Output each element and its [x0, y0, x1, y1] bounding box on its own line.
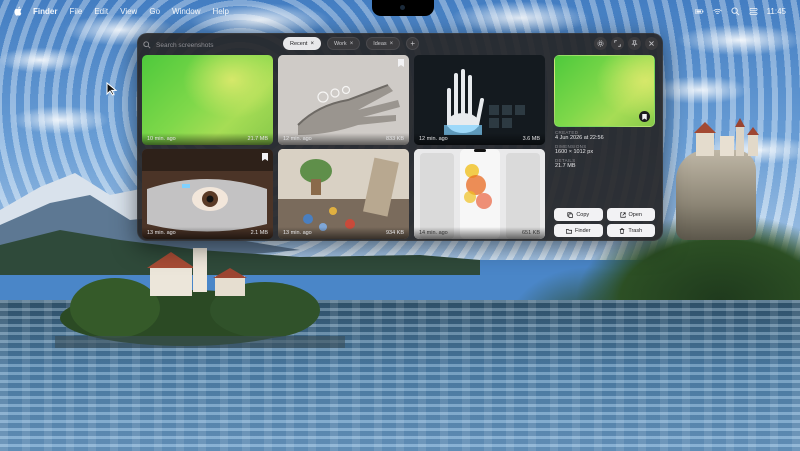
created-value: 4 Jun 2026 at 22:56: [555, 135, 604, 141]
dimensions-value: 1600 × 1012 px: [555, 149, 594, 155]
menu-go[interactable]: Go: [149, 7, 160, 16]
open-icon: [619, 211, 626, 218]
mouse-cursor-icon: [106, 82, 118, 96]
thumbnail-holographic-hand: [414, 55, 545, 145]
tile-meta: 13 min. ago 934 KB: [278, 227, 409, 239]
tile-time: 12 min. ago: [419, 136, 448, 142]
tile-time: 13 min. ago: [283, 230, 312, 236]
apple-icon[interactable]: [14, 6, 23, 16]
settings-button[interactable]: [594, 37, 607, 50]
tile-time: 13 min. ago: [147, 230, 176, 236]
camera-notch: [372, 0, 434, 16]
tile-size: 3.6 MB: [522, 136, 540, 142]
close-icon[interactable]: ×: [350, 41, 354, 47]
filter-label: Ideas: [373, 40, 387, 47]
gear-icon: [597, 40, 604, 47]
bookmark-icon: [642, 113, 647, 120]
menu-bar-tray: 11:45: [694, 6, 786, 16]
camera-icon: [400, 5, 405, 10]
menu-help[interactable]: Help: [212, 7, 228, 16]
open-label: Open: [628, 211, 642, 218]
menu-edit[interactable]: Edit: [94, 7, 108, 16]
add-filter-button[interactable]: +: [406, 37, 420, 50]
battery-icon[interactable]: [694, 7, 704, 16]
island-church: [55, 248, 345, 348]
thumbnail-green-gradient: [142, 55, 273, 145]
tile-time: 10 min. ago: [147, 136, 176, 142]
castle: [694, 118, 759, 156]
screenshot-tile[interactable]: 12 min. ago 3.6 MB: [414, 55, 545, 145]
filter-label: Recent: [290, 40, 308, 47]
copy-label: Copy: [576, 211, 590, 218]
window-controls: [594, 37, 658, 50]
details-section: Created 4 Jun 2026 at 22:56 Dimensions 1…: [555, 130, 655, 172]
control-center-icon[interactable]: [749, 7, 758, 16]
app-name[interactable]: Finder: [33, 7, 57, 16]
cliff: [676, 150, 756, 240]
trash-icon: [620, 227, 625, 234]
open-button[interactable]: Open: [606, 208, 655, 221]
trash-label: Trash: [628, 227, 643, 234]
thumbnail-phone-heatmaps: [414, 149, 545, 239]
bookmark-icon[interactable]: [262, 153, 268, 161]
pin-icon: [631, 40, 638, 47]
tile-size: 651 KB: [521, 230, 540, 236]
screenshot-tile[interactable]: 14 min. ago 651 KB: [414, 149, 545, 239]
filter-recent[interactable]: Recent ×: [283, 37, 321, 50]
pin-button[interactable]: [628, 37, 641, 50]
trash-button[interactable]: Trash: [606, 224, 655, 237]
thumbnail-robot-hand: [278, 55, 409, 145]
tile-time: 14 min. ago: [419, 230, 448, 236]
tile-size: 2.1 MB: [250, 230, 268, 236]
filter-work[interactable]: Work ×: [326, 37, 361, 50]
tile-time: 12 min. ago: [283, 136, 312, 142]
details-value: 21.7 MB: [555, 163, 576, 169]
menu-view[interactable]: View: [120, 7, 137, 16]
tile-meta: 12 min. ago 3.6 MB: [414, 133, 545, 145]
screenshot-tile[interactable]: 13 min. ago 934 KB: [278, 149, 409, 239]
menu-clock[interactable]: 11:45: [767, 7, 786, 16]
wifi-icon[interactable]: [713, 7, 722, 16]
action-buttons: Copy Open Finder Trash: [554, 208, 655, 237]
tile-meta: 14 min. ago 651 KB: [414, 227, 545, 239]
thumbnail-vr-headset-eye: [142, 149, 273, 239]
copy-icon: [567, 211, 574, 218]
search-icon[interactable]: [731, 6, 740, 16]
copy-button[interactable]: Copy: [554, 208, 603, 221]
screenshot-tile[interactable]: 13 min. ago 2.1 MB: [142, 149, 273, 239]
expand-icon: [614, 40, 621, 47]
tile-meta: 10 min. ago 21.7 MB: [142, 133, 273, 145]
tile-size: 833 KB: [385, 136, 404, 142]
tile-size: 21.7 MB: [247, 136, 268, 142]
screenshot-browser-panel: Recent × Work × Ideas × + 10 min. ago: [137, 33, 663, 241]
expand-button[interactable]: [611, 37, 624, 50]
filter-label: Work: [333, 40, 347, 47]
filter-ideas[interactable]: Ideas ×: [366, 37, 401, 50]
tile-size: 934 KB: [385, 230, 404, 236]
folder-icon: [565, 228, 572, 234]
close-button[interactable]: [645, 37, 658, 50]
bookmark-badge[interactable]: [639, 111, 650, 122]
finder-button[interactable]: Finder: [554, 224, 603, 237]
close-icon[interactable]: ×: [390, 41, 394, 47]
selected-preview[interactable]: [554, 55, 655, 127]
tile-meta: 12 min. ago 833 KB: [278, 133, 409, 145]
close-icon[interactable]: ×: [310, 41, 314, 47]
thumbnail-messy-room: [278, 149, 409, 239]
close-icon: [649, 41, 654, 46]
finder-label: Finder: [574, 227, 591, 234]
screenshot-tile[interactable]: 10 min. ago 21.7 MB: [142, 55, 273, 145]
tile-meta: 13 min. ago 2.1 MB: [142, 227, 273, 239]
menu-file[interactable]: File: [69, 7, 82, 16]
search-icon: [143, 41, 151, 49]
filter-pills: Recent × Work × Ideas × +: [283, 37, 420, 51]
bookmark-icon[interactable]: [398, 59, 404, 67]
menu-window[interactable]: Window: [172, 7, 200, 16]
screenshot-tile[interactable]: 12 min. ago 833 KB: [278, 55, 409, 145]
